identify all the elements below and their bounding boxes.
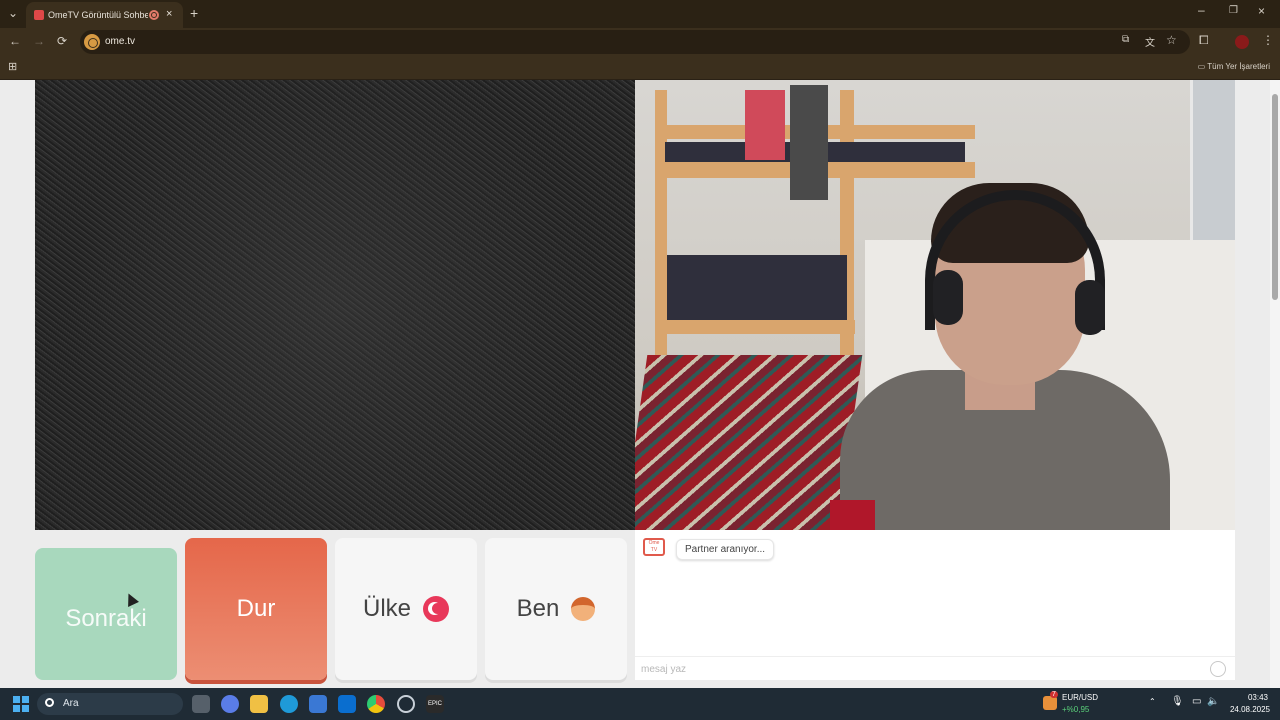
search-icon bbox=[45, 698, 54, 707]
turkey-flag-icon bbox=[423, 596, 449, 622]
windows-start-icon[interactable] bbox=[13, 696, 29, 712]
hanging-grey-cloth bbox=[790, 85, 828, 200]
browser-menu-icon[interactable]: ⋮ bbox=[1262, 33, 1274, 47]
extensions-icon[interactable]: ⧠ bbox=[1199, 33, 1209, 48]
currency-pair[interactable]: EUR/USD bbox=[1062, 693, 1098, 702]
headphone-ear-right bbox=[1075, 280, 1105, 335]
browser-toolbar: ← → ⟳ ome.tv ⧉ 文 ☆ ⧠ ⋮ bbox=[0, 28, 1280, 56]
tab-close-icon[interactable]: × bbox=[166, 8, 172, 20]
install-app-icon[interactable]: ⧉ bbox=[1122, 34, 1129, 45]
forward-button[interactable]: → bbox=[33, 34, 45, 48]
apps-grid-icon[interactable]: ⊞ bbox=[8, 60, 17, 73]
chat-input-bar bbox=[635, 656, 1235, 680]
file-explorer-icon[interactable] bbox=[250, 695, 268, 713]
profile-avatar[interactable] bbox=[1235, 35, 1249, 49]
country-button[interactable]: Ülke bbox=[335, 538, 477, 680]
all-bookmarks-link[interactable]: ▭ Tüm Yer İşaretleri bbox=[1198, 62, 1270, 71]
stop-button[interactable]: Dur bbox=[185, 538, 327, 680]
search-label: Ara bbox=[63, 698, 79, 709]
ometv-page: Sonraki Dur Ülke Ben Ome TV Partner aran… bbox=[0, 80, 1270, 688]
next-button[interactable]: Sonraki bbox=[35, 548, 177, 680]
copilot-icon[interactable] bbox=[221, 695, 239, 713]
chrome-icon[interactable] bbox=[367, 695, 385, 713]
edge-icon[interactable] bbox=[280, 695, 298, 713]
epic-games-icon[interactable]: EPIC bbox=[426, 695, 444, 713]
page-scrollbar[interactable] bbox=[1270, 80, 1280, 688]
hanging-red-shirt bbox=[745, 90, 785, 160]
clock-time[interactable]: 03:43 bbox=[1232, 693, 1268, 702]
task-view-icon[interactable] bbox=[192, 695, 210, 713]
taskbar-search[interactable]: Ara bbox=[37, 693, 183, 715]
boy-avatar-icon bbox=[571, 597, 596, 621]
tab-title: OmeTV Görüntülü Sohbet bbox=[48, 10, 148, 20]
country-label: Ülke bbox=[362, 595, 411, 622]
status-message: Partner aranıyor... bbox=[676, 539, 775, 560]
message-input[interactable] bbox=[641, 660, 1201, 678]
volume-icon[interactable]: 🔈 bbox=[1207, 696, 1219, 707]
close-window-icon[interactable]: × bbox=[1258, 4, 1265, 18]
folder-icon: ▭ bbox=[1197, 62, 1208, 71]
translate-icon[interactable]: 文 bbox=[1145, 34, 1155, 49]
red-cloth bbox=[830, 500, 875, 530]
store-icon[interactable] bbox=[309, 695, 327, 713]
restore-window-icon[interactable]: ❐ bbox=[1229, 5, 1238, 16]
partner-video-static bbox=[35, 80, 635, 530]
me-label: Ben bbox=[516, 595, 560, 622]
widget-badge: 7 bbox=[1050, 691, 1058, 698]
network-icon[interactable]: ▭ bbox=[1192, 696, 1201, 707]
tray-overflow-icon[interactable]: ⌃ bbox=[1149, 697, 1156, 706]
next-label: Sonraki bbox=[65, 605, 147, 632]
stock-widget-icon[interactable] bbox=[1043, 696, 1057, 710]
tab-search-icon[interactable]: ⌄ bbox=[8, 6, 18, 20]
currency-change: +%0,95 bbox=[1062, 705, 1090, 714]
site-info-icon[interactable] bbox=[84, 34, 100, 50]
self-camera-video bbox=[635, 80, 1235, 530]
minimize-window-icon[interactable]: – bbox=[1198, 3, 1205, 17]
reload-button[interactable]: ⟳ bbox=[57, 34, 67, 48]
bookmarks-bar: ⊞ ▭ Tüm Yer İşaretleri bbox=[0, 56, 1280, 80]
scrollbar-thumb[interactable] bbox=[1272, 94, 1278, 300]
me-button[interactable]: Ben bbox=[485, 538, 627, 680]
red-rug bbox=[635, 355, 863, 530]
ometv-favicon-icon bbox=[34, 10, 44, 20]
ometv-logo-icon: Ome TV bbox=[643, 538, 665, 556]
back-button[interactable]: ← bbox=[9, 34, 21, 48]
clock-date[interactable]: 24.08.2025 bbox=[1224, 705, 1270, 714]
bottom-mattress bbox=[667, 255, 847, 330]
address-bar[interactable]: ome.tv bbox=[80, 30, 1190, 54]
emoji-icon[interactable] bbox=[1210, 661, 1226, 677]
browser-tab-bar: ⌄ OmeTV Görüntülü Sohbet × + – ❐ × bbox=[0, 0, 1280, 28]
stop-label: Dur bbox=[236, 595, 276, 622]
outlook-icon[interactable] bbox=[338, 695, 356, 713]
new-tab-button[interactable]: + bbox=[190, 5, 198, 21]
bunk-rail bbox=[655, 320, 855, 334]
url-text[interactable]: ome.tv bbox=[105, 36, 135, 47]
windows-taskbar: Ara EPIC 7 EUR/USD +%0,95 ⌃ 🎙 ▭ 🔈 03:43 … bbox=[0, 688, 1280, 720]
recording-indicator-icon bbox=[149, 10, 159, 20]
steam-icon[interactable] bbox=[397, 695, 415, 713]
bookmark-star-icon[interactable]: ☆ bbox=[1166, 33, 1177, 47]
microphone-icon[interactable]: 🎙 bbox=[1171, 696, 1184, 707]
browser-tab[interactable]: OmeTV Görüntülü Sohbet × bbox=[26, 2, 183, 28]
headphone-ear-left bbox=[933, 270, 963, 325]
chat-panel: Ome TV Partner aranıyor... bbox=[635, 530, 1235, 680]
